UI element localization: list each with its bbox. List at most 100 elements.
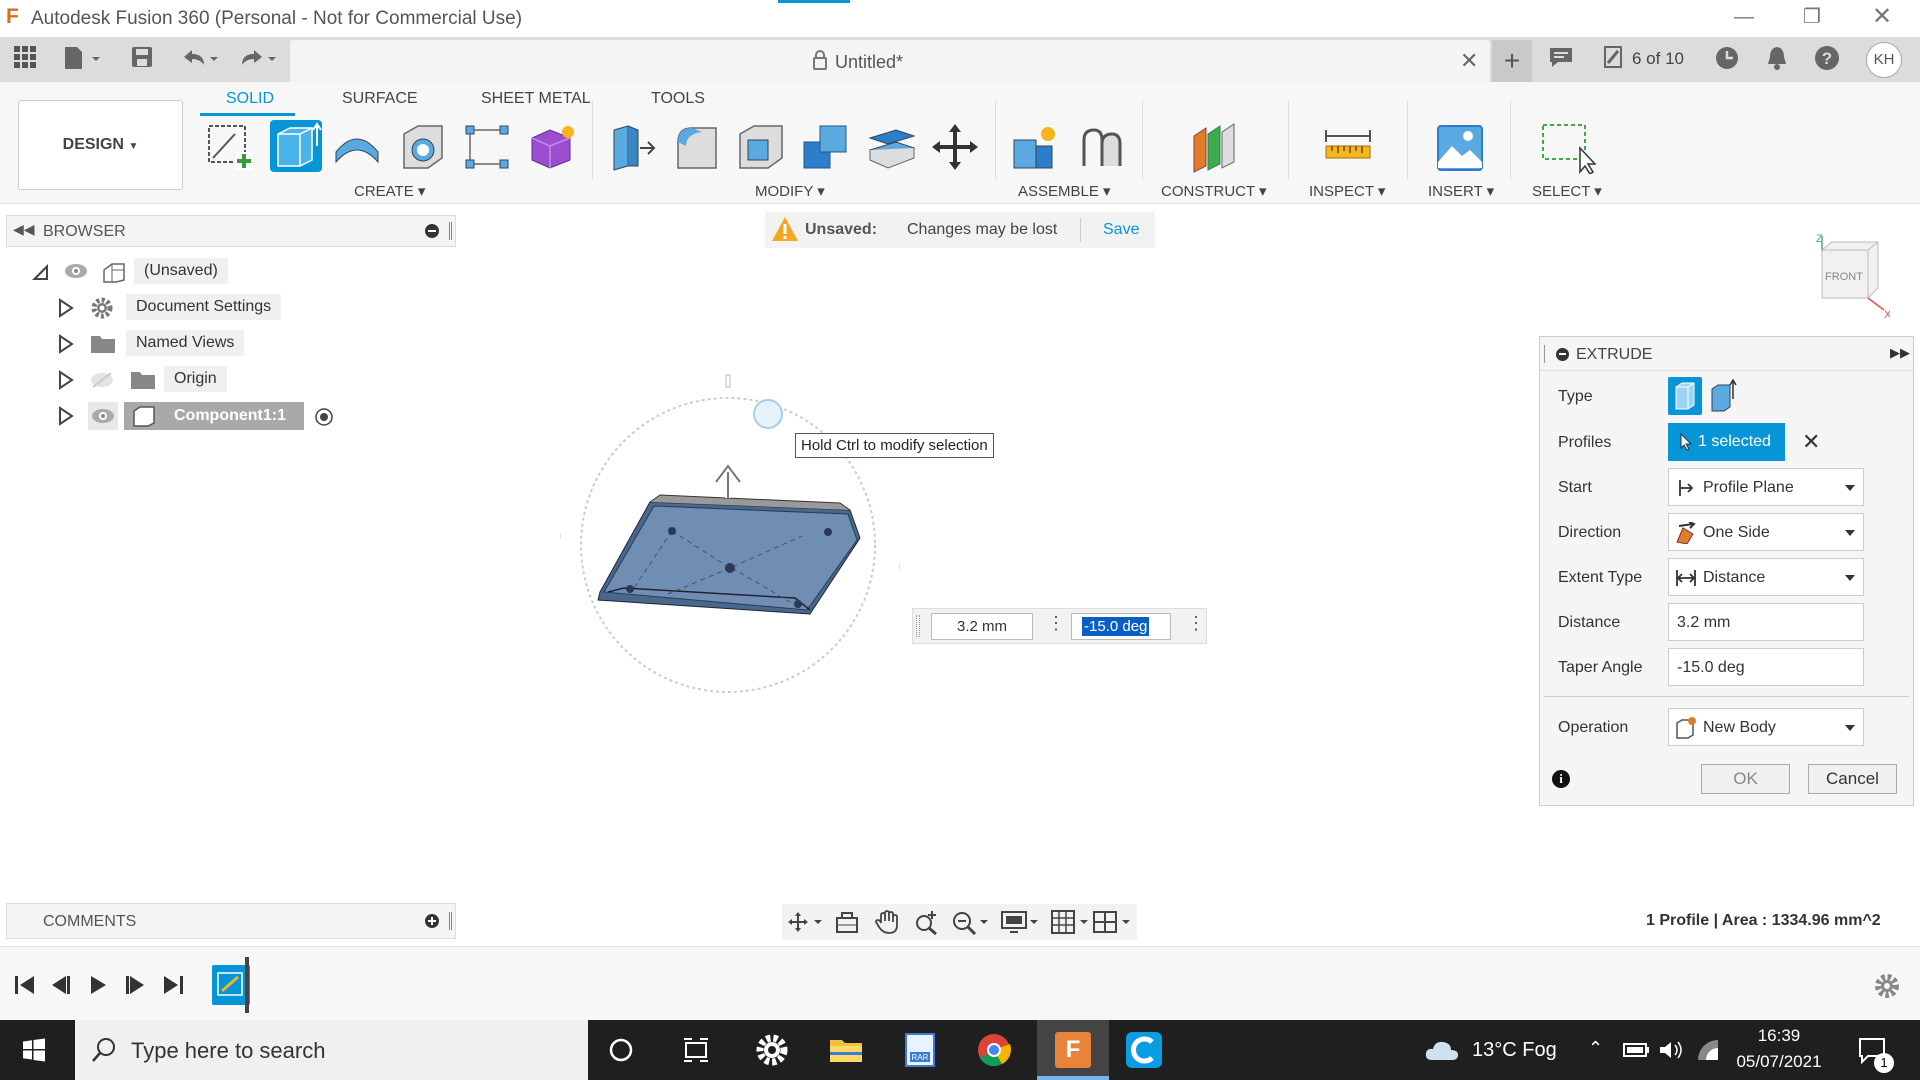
tab-solid[interactable]: SOLID — [226, 90, 274, 108]
extent-type-dropdown[interactable]: Distance — [1668, 558, 1864, 596]
profiles-selection-button[interactable]: 1 selected — [1668, 423, 1785, 461]
dialog-grip-icon[interactable] — [1544, 345, 1546, 363]
tree-item-document-settings[interactable]: Document Settings — [56, 294, 476, 322]
inspect-group-label[interactable]: INSPECT ▾ — [1309, 182, 1385, 200]
file-explorer-icon[interactable] — [828, 1032, 864, 1068]
skip-to-start-icon[interactable] — [14, 975, 36, 1000]
more-options-icon[interactable]: ⋮ — [1187, 613, 1205, 634]
comments-panel-header[interactable]: COMMENTS — [6, 903, 456, 939]
shell-icon[interactable] — [736, 122, 783, 169]
construct-group-label[interactable]: CONSTRUCT ▾ — [1161, 182, 1267, 200]
timeline-settings-gear-icon[interactable] — [1874, 973, 1900, 1004]
timeline-marker[interactable] — [245, 957, 249, 1013]
distance-field[interactable]: 3.2 mm — [1668, 603, 1864, 641]
add-comment-icon[interactable] — [425, 914, 439, 928]
ok-button[interactable]: OK — [1701, 764, 1790, 794]
type-thin-button[interactable] — [1706, 377, 1740, 415]
viewports-icon[interactable] — [1092, 909, 1132, 940]
notification-bell-icon[interactable] — [1762, 45, 1792, 75]
version-counter[interactable]: 6 of 10 — [1632, 49, 1684, 69]
tab-surface[interactable]: SURFACE — [342, 90, 418, 108]
file-menu-icon[interactable] — [60, 45, 104, 75]
expand-dialog-icon[interactable]: ▶▶ — [1890, 345, 1910, 361]
offset-plane-icon[interactable] — [1190, 122, 1236, 173]
eye-hidden-icon[interactable] — [90, 371, 114, 394]
play-icon[interactable] — [88, 975, 108, 1000]
minimize-panel-icon[interactable] — [425, 224, 439, 238]
viewcube[interactable]: FRONT Z X — [1808, 230, 1892, 321]
distance-input[interactable]: 3.2 mm — [931, 613, 1033, 640]
tree-item-component[interactable]: Component1:1 — [56, 402, 476, 430]
grid-menu-icon[interactable] — [10, 45, 40, 75]
close-tab-icon[interactable]: ✕ — [1460, 48, 1478, 74]
angle-input[interactable]: -15.0 deg — [1071, 613, 1171, 640]
battery-icon[interactable] — [1622, 1040, 1650, 1065]
step-back-icon[interactable] — [50, 975, 72, 1000]
model-viewport[interactable] — [547, 360, 913, 723]
windows-start-icon[interactable] — [22, 1038, 46, 1067]
type-solid-button[interactable] — [1668, 377, 1702, 415]
skip-to-end-icon[interactable] — [162, 975, 184, 1000]
winrar-icon[interactable]: RAR — [902, 1032, 938, 1068]
collapsed-triangle-icon[interactable] — [58, 406, 74, 431]
collapse-dialog-icon[interactable] — [1556, 348, 1569, 361]
taper-angle-field[interactable]: -15.0 deg — [1668, 648, 1864, 686]
offset-face-icon[interactable] — [866, 122, 916, 169]
tree-item-root[interactable]: (Unsaved) — [30, 258, 470, 286]
document-tab[interactable]: Untitled* ✕ — [290, 40, 1490, 82]
tree-item-named-views[interactable]: Named Views — [56, 330, 476, 358]
collapsed-triangle-icon[interactable] — [58, 298, 74, 323]
assemble-group-label[interactable]: ASSEMBLE ▾ — [1018, 182, 1111, 200]
activate-radio-icon[interactable] — [314, 407, 334, 432]
taskbar-search-box[interactable]: Type here to search — [75, 1020, 588, 1080]
new-tab-icon[interactable]: + — [1492, 40, 1532, 82]
cortana-icon[interactable] — [608, 1037, 634, 1068]
orbit-icon[interactable] — [786, 910, 824, 939]
eye-visibility-icon[interactable] — [88, 402, 118, 430]
collapsed-triangle-icon[interactable] — [58, 334, 74, 359]
pattern-icon[interactable] — [462, 122, 509, 169]
workspace-design-button[interactable]: DESIGN ▼ — [18, 100, 183, 190]
start-dropdown[interactable]: Profile Plane — [1668, 468, 1864, 506]
look-at-icon[interactable] — [834, 910, 860, 939]
insert-group-label[interactable]: INSERT ▾ — [1428, 182, 1494, 200]
step-forward-icon[interactable] — [124, 975, 146, 1000]
extrude-dialog-header[interactable]: EXTRUDE ▶▶ — [1540, 337, 1913, 371]
fillet-icon[interactable] — [672, 122, 718, 169]
save-link[interactable]: Save — [1103, 221, 1139, 239]
task-view-icon[interactable] — [682, 1037, 710, 1068]
insert-image-icon[interactable] — [1434, 122, 1483, 171]
chrome-icon[interactable] — [976, 1032, 1012, 1068]
revolve-icon[interactable] — [332, 122, 379, 168]
restore-button[interactable]: ❐ — [1782, 0, 1842, 37]
info-icon[interactable]: i — [1552, 770, 1570, 788]
clear-selection-icon[interactable]: ✕ — [1802, 429, 1820, 455]
more-options-icon[interactable]: ⋮ — [1047, 613, 1065, 634]
selection-window-icon[interactable] — [1540, 122, 1597, 176]
user-avatar[interactable]: KH — [1866, 42, 1902, 78]
combine-icon[interactable] — [800, 122, 847, 169]
tree-item-origin[interactable]: Origin — [56, 366, 476, 394]
redo-icon[interactable] — [236, 45, 280, 75]
operation-dropdown[interactable]: New Body — [1668, 708, 1864, 746]
fit-zoom-icon[interactable] — [950, 909, 990, 940]
measure-icon[interactable] — [1322, 122, 1371, 168]
extrude-icon[interactable] — [270, 120, 322, 172]
collapse-panel-icon[interactable]: ◀◀ — [13, 221, 35, 238]
drag-grip-icon[interactable] — [916, 615, 920, 637]
help-icon[interactable]: ? — [1812, 45, 1842, 75]
undo-icon[interactable] — [178, 45, 222, 75]
weather-text[interactable]: 13°C Fog — [1472, 1039, 1557, 1062]
create-group-label[interactable]: CREATE ▾ — [354, 182, 425, 200]
panel-grip-icon[interactable] — [449, 222, 452, 240]
clock-time[interactable]: 16:39 — [1734, 1026, 1824, 1046]
press-pull-icon[interactable] — [608, 122, 656, 171]
browser-panel-header[interactable]: ◀◀ BROWSER — [6, 215, 456, 247]
eye-visibility-icon[interactable] — [64, 262, 88, 285]
settings-gear-icon[interactable] — [754, 1032, 790, 1068]
minimize-button[interactable]: — — [1714, 0, 1774, 37]
wifi-icon[interactable] — [1696, 1038, 1720, 1067]
panel-grip-icon[interactable] — [449, 912, 452, 930]
new-component-icon[interactable] — [1010, 122, 1056, 169]
version-icon[interactable] — [1598, 45, 1628, 75]
